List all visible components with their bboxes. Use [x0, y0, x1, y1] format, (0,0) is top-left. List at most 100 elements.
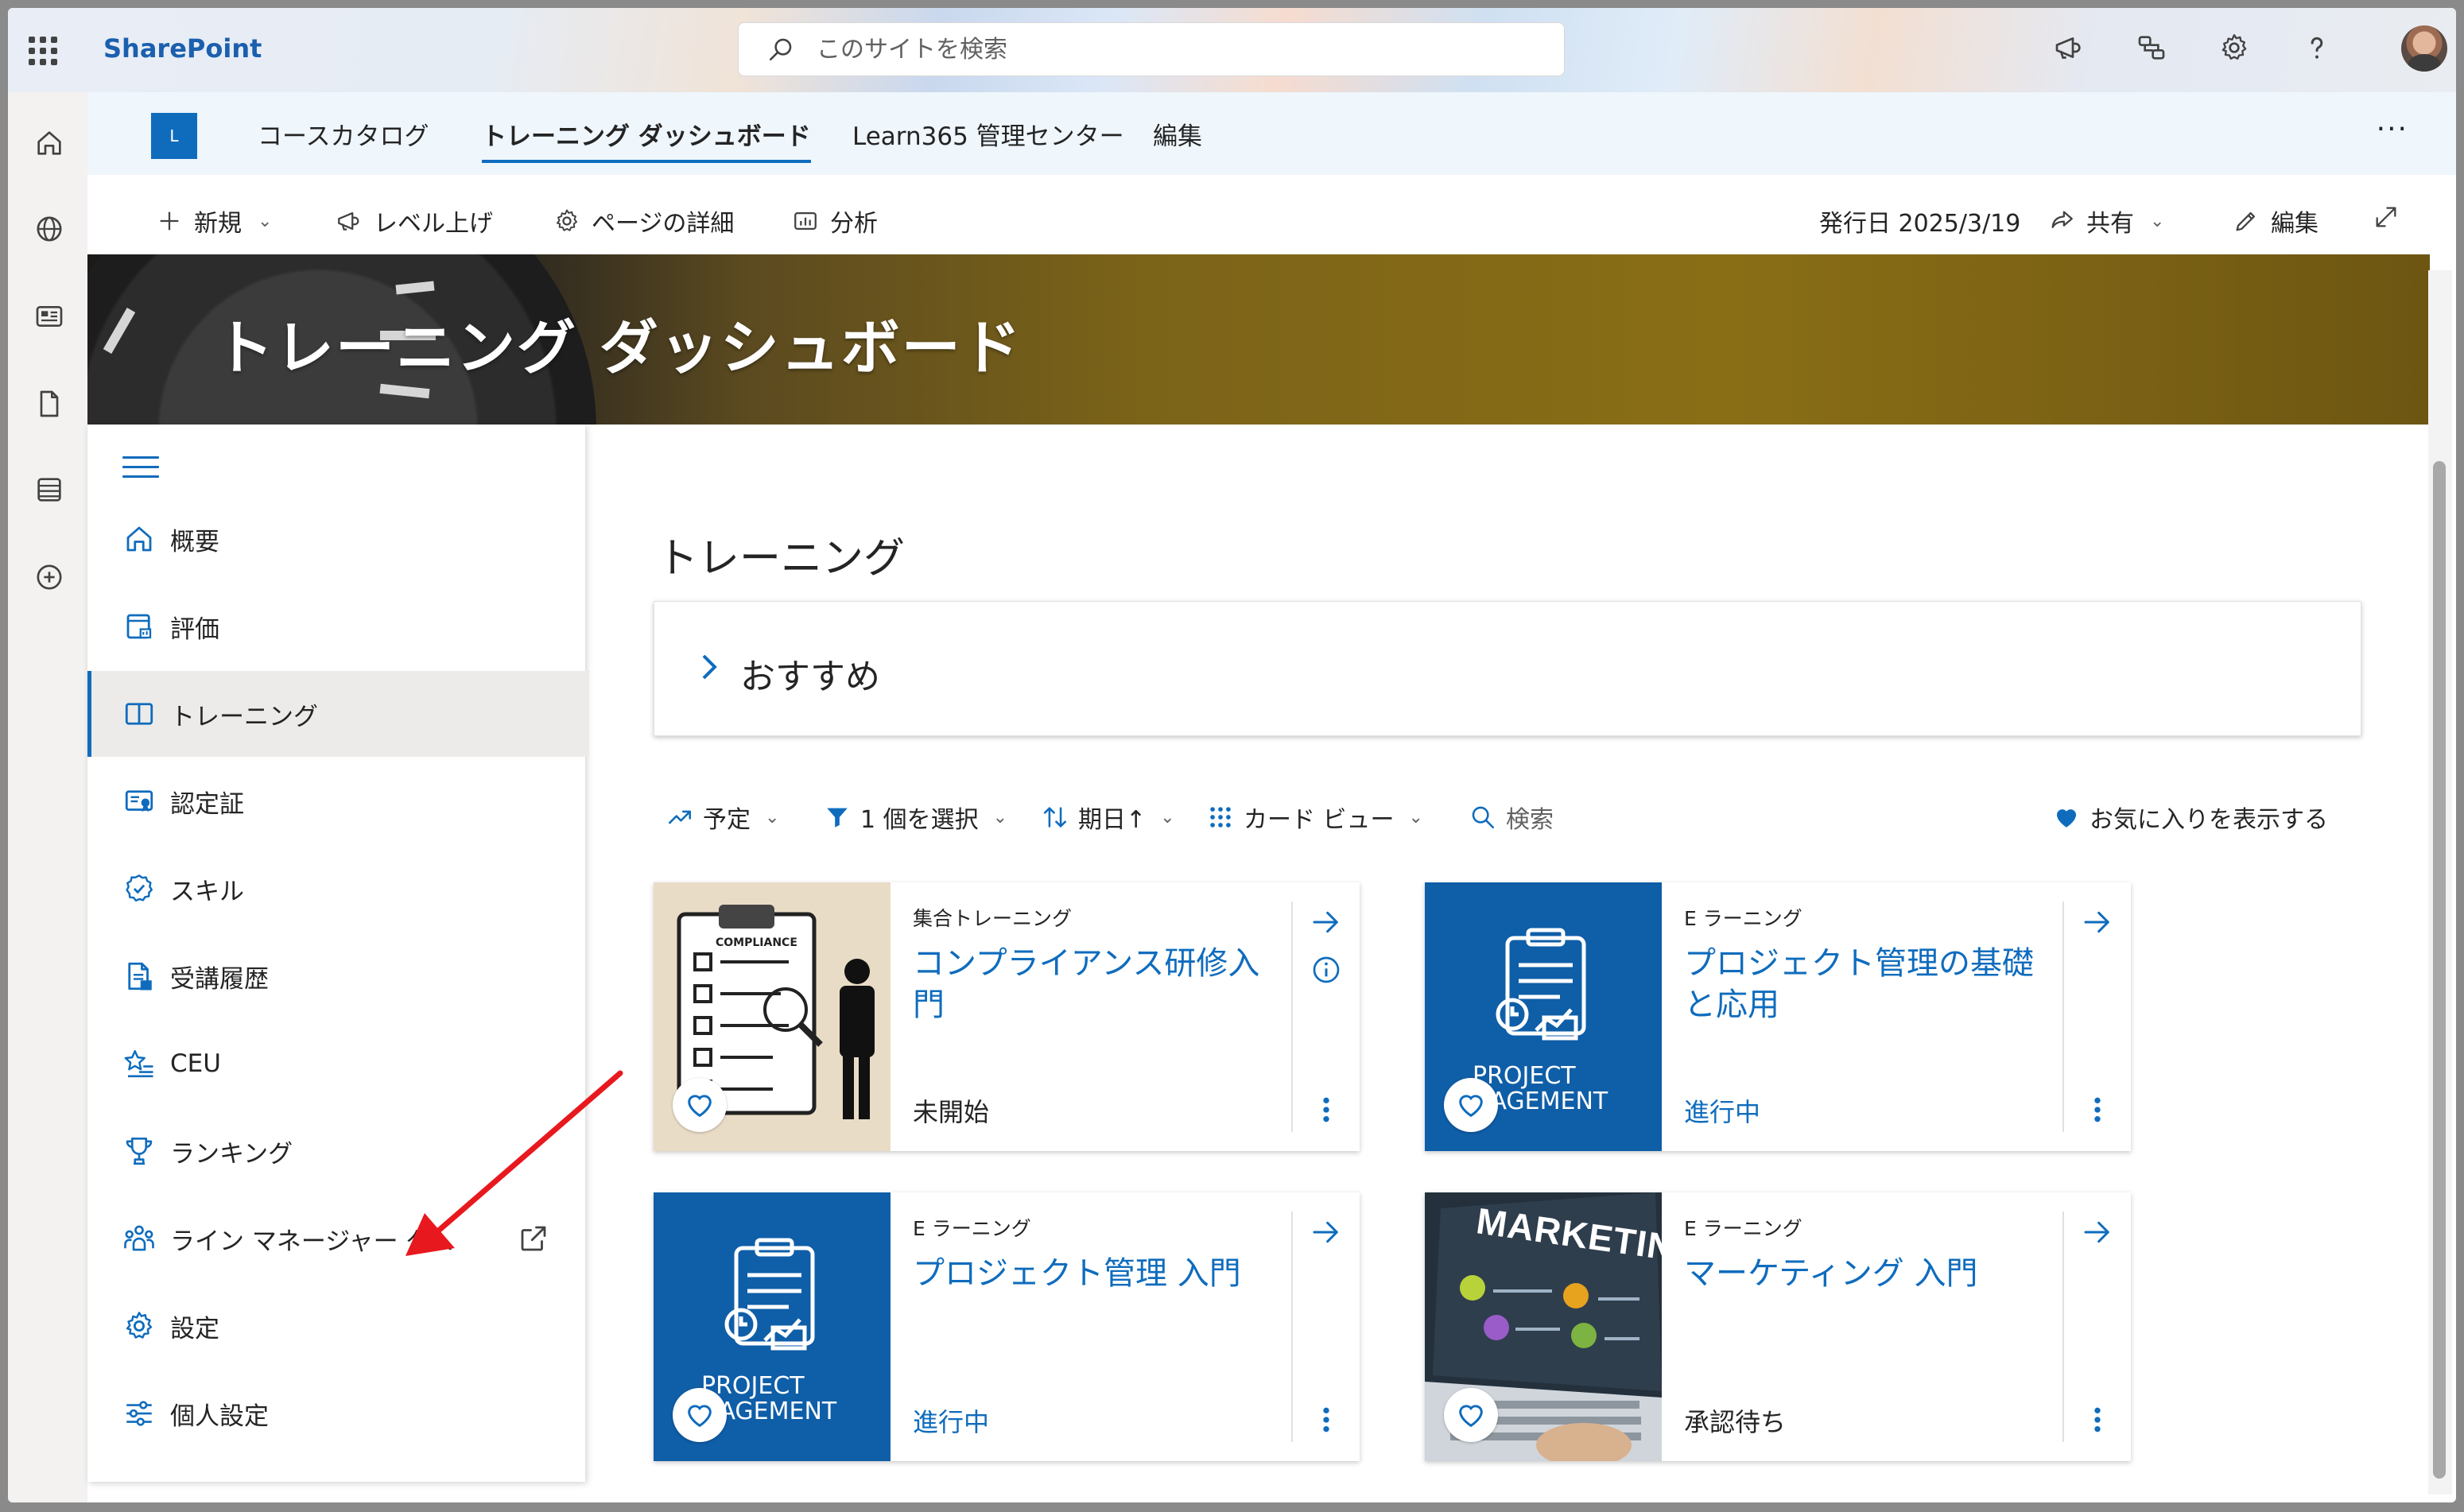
- due-date-sort[interactable]: 期日↑ ⌄: [1042, 800, 1175, 835]
- sharepoint-brand[interactable]: SharePoint: [103, 33, 262, 64]
- list-icon[interactable]: [33, 474, 65, 506]
- training-title-link[interactable]: マーケティング 入門: [1684, 1253, 2058, 1294]
- training-card[interactable]: COMPLIANCE 集合トレーニング コンプライアンス研修入門 未開始: [654, 882, 1360, 1151]
- expand-button[interactable]: [2373, 204, 2400, 231]
- nav-link-training-dashboard[interactable]: トレーニング ダッシュボード: [482, 116, 811, 163]
- training-left-nav: 概要 評価 トレーニング 認定証 スキル 受講履歴 CEU ランキング ライン …: [87, 425, 589, 1482]
- chevron-down-icon: ⌄: [2150, 211, 2165, 231]
- nav-link-edit[interactable]: 編集: [1153, 116, 1202, 152]
- edit-label: 編集: [2271, 210, 2318, 238]
- document-icon[interactable]: [33, 388, 65, 420]
- recommended-label: おすすめ: [740, 657, 880, 697]
- more-vertical-icon[interactable]: [2090, 1404, 2105, 1436]
- gear-icon: [556, 209, 578, 231]
- nav-item-skills[interactable]: スキル: [87, 846, 585, 932]
- nav-item-certificates[interactable]: 認定証: [87, 758, 585, 844]
- search-filter[interactable]: 検索: [1469, 800, 1554, 835]
- gear-icon: [126, 1312, 153, 1339]
- search-input[interactable]: [815, 34, 1454, 64]
- heart-icon: [688, 1095, 712, 1118]
- page-scrollbar[interactable]: [2428, 270, 2452, 1495]
- scrollbar-thumb[interactable]: [2433, 461, 2446, 1479]
- scheduled-label: 予定: [703, 806, 751, 834]
- training-title-link[interactable]: コンプライアンス研修入門: [913, 943, 1286, 1025]
- certificate-icon: [125, 790, 153, 812]
- analytics-button[interactable]: 分析: [792, 204, 878, 238]
- promote-button[interactable]: レベル上げ: [336, 204, 493, 238]
- favorite-button[interactable]: [673, 1388, 727, 1442]
- training-title-link[interactable]: プロジェクト管理 入門: [913, 1253, 1286, 1294]
- more-vertical-icon[interactable]: [1318, 1404, 1334, 1436]
- plus-icon: [160, 211, 179, 231]
- share-network-icon[interactable]: [2136, 32, 2167, 64]
- nav-item-label: 受講履歴: [170, 964, 269, 994]
- expand-icon: [2376, 207, 2396, 227]
- view-switcher[interactable]: カード ビュー ⌄: [1207, 800, 1423, 835]
- nav-item-label: 評価: [170, 614, 219, 644]
- search-label: 検索: [1506, 806, 1554, 834]
- people-team-icon: [124, 1225, 154, 1251]
- nav-item-personal-settings[interactable]: 個人設定: [87, 1370, 585, 1456]
- edit-button[interactable]: 編集: [2233, 204, 2318, 238]
- megaphone-icon: [338, 211, 359, 231]
- recommended-panel[interactable]: おすすめ: [654, 601, 2361, 736]
- sliders-icon: [126, 1401, 152, 1426]
- app-launcher-icon[interactable]: [29, 37, 57, 65]
- arrow-right-icon[interactable]: [2082, 1216, 2113, 1248]
- settings-gear-icon[interactable]: [2218, 32, 2250, 64]
- nav-link-learn365-admin[interactable]: Learn365 管理センター: [852, 116, 1124, 152]
- training-card[interactable]: MARKETING E ラーニング マーケティング 入門 承認待ち: [1425, 1192, 2131, 1461]
- info-icon[interactable]: [1310, 954, 1342, 986]
- training-card[interactable]: PROJECT NAGEMENT E ラーニング プロジェクト管理の基礎と応用 …: [1425, 882, 2131, 1151]
- share-label: 共有: [2086, 210, 2134, 238]
- help-icon[interactable]: [2301, 32, 2333, 64]
- more-options-icon[interactable]: ···: [2377, 113, 2408, 145]
- promote-label: レベル上げ: [374, 210, 493, 238]
- favorite-button[interactable]: [1444, 1388, 1498, 1442]
- globe-icon[interactable]: [33, 213, 65, 245]
- page-title: トレーニング ダッシュボード: [215, 314, 1022, 382]
- new-button[interactable]: 新規 ⌄: [156, 204, 272, 238]
- selection-filter[interactable]: 1 個を選択 ⌄: [824, 800, 1007, 835]
- favorite-button[interactable]: [1444, 1078, 1498, 1132]
- pencil-icon: [2236, 211, 2256, 231]
- nav-item-label: 個人設定: [170, 1402, 269, 1431]
- more-vertical-icon[interactable]: [2090, 1094, 2105, 1126]
- new-label: 新規: [194, 210, 242, 238]
- heart-icon: [688, 1405, 712, 1428]
- nav-item-history[interactable]: 受講履歴: [87, 933, 585, 1019]
- skill-badge-icon: [126, 874, 153, 902]
- nav-item-label: 概要: [170, 527, 219, 556]
- add-circle-icon[interactable]: [33, 561, 65, 593]
- arrow-right-icon[interactable]: [1310, 1216, 1342, 1248]
- site-logo[interactable]: L: [151, 113, 197, 159]
- heart-icon: [1459, 1405, 1483, 1428]
- card-divider: [2062, 901, 2064, 1132]
- app-bar: [8, 92, 87, 1502]
- favorite-button[interactable]: [673, 1078, 727, 1132]
- book-icon: [125, 703, 153, 725]
- hamburger-menu-icon[interactable]: [122, 456, 159, 483]
- training-card[interactable]: PROJECT NAGEMENT E ラーニング プロジェクト管理 入門 進行中: [654, 1192, 1360, 1461]
- nav-item-overview[interactable]: 概要: [87, 496, 585, 582]
- nav-item-training[interactable]: トレーニング: [87, 671, 589, 757]
- grid-dots-icon: [1210, 807, 1231, 828]
- news-icon[interactable]: [33, 300, 65, 332]
- home-icon[interactable]: [33, 127, 65, 159]
- scheduled-filter[interactable]: 予定 ⌄: [666, 800, 779, 835]
- megaphone-icon[interactable]: [2053, 32, 2085, 64]
- nav-item-settings[interactable]: 設定: [87, 1283, 585, 1369]
- nav-item-assessment[interactable]: 評価: [87, 583, 585, 669]
- command-bar: 新規 ⌄ レベル上げ ページの詳細 分析 発行日 2025/3/19 共有 ⌄ …: [87, 175, 2456, 262]
- user-avatar[interactable]: [2401, 25, 2447, 72]
- arrow-right-icon[interactable]: [2082, 906, 2113, 938]
- more-vertical-icon[interactable]: [1318, 1094, 1334, 1126]
- arrow-right-icon[interactable]: [1310, 906, 1342, 938]
- page-details-button[interactable]: ページの詳細: [553, 204, 734, 238]
- nav-link-course-catalog[interactable]: コースカタログ: [258, 116, 429, 152]
- favorites-toggle[interactable]: お気に入りを表示する: [2053, 800, 2328, 835]
- share-button[interactable]: 共有 ⌄: [2048, 204, 2164, 238]
- training-title-link[interactable]: プロジェクト管理の基礎と応用: [1684, 943, 2058, 1025]
- nav-item-label: 設定: [170, 1314, 219, 1343]
- site-search-box[interactable]: [738, 22, 1565, 76]
